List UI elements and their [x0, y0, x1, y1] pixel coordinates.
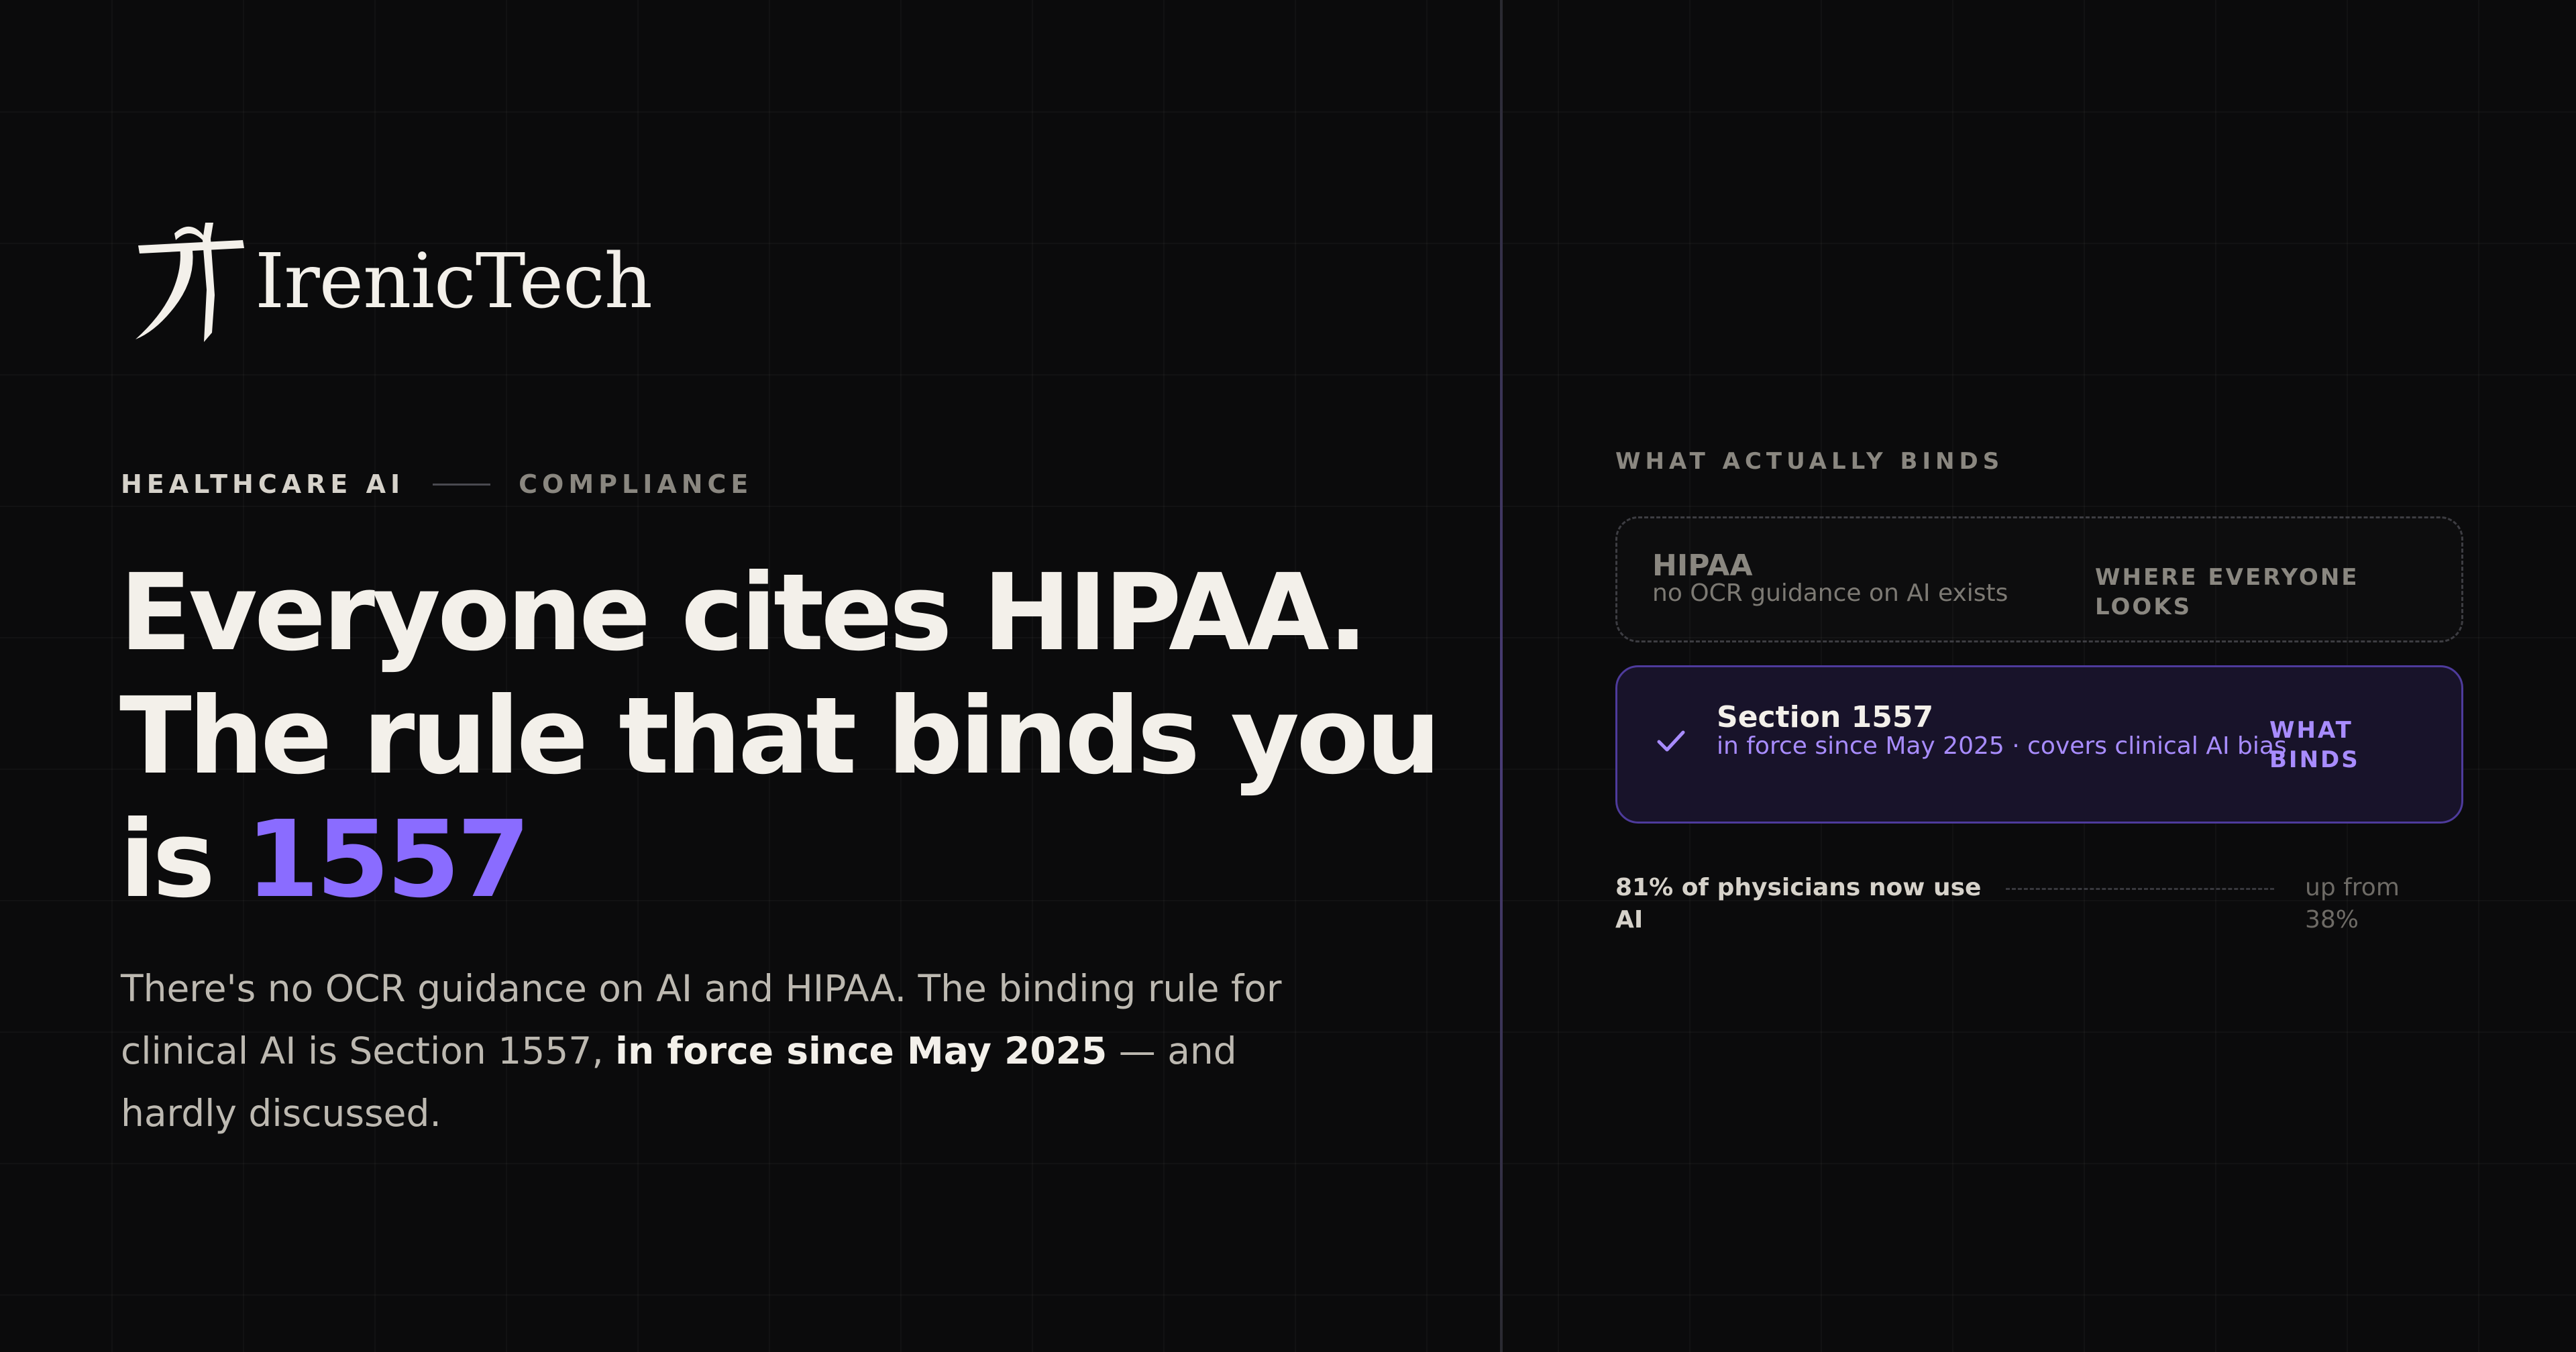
column-divider [1500, 0, 1503, 1352]
headline-line-3-prefix: is [119, 798, 246, 921]
hipaa-card: HIPAA no OCR guidance on AI exists WHERE… [1615, 516, 2463, 642]
stat-leader-line [2006, 888, 2274, 890]
hipaa-card-subtitle: no OCR guidance on AI exists [1652, 579, 2008, 607]
eyebrow: HEALTHCARE AI COMPLIANCE [121, 469, 753, 499]
headline-accent-number: 1557 [246, 798, 531, 921]
hipaa-card-title: HIPAA [1652, 549, 1753, 583]
body-copy: There's no OCR guidance on AI and HIPAA.… [121, 958, 1301, 1145]
stat-main: 81% of physicians now use AI [1615, 874, 1982, 934]
hipaa-card-tag: WHERE EVERYONE LOOKS [2095, 564, 2359, 620]
section-1557-card-tag: WHAT BINDS [2269, 717, 2360, 773]
body-text-bold: in force since May 2025 [615, 1029, 1108, 1072]
check-icon [1657, 730, 1685, 752]
headline-line-2: The rule that binds you [119, 675, 1441, 798]
brand-mark-icon [136, 223, 244, 342]
brand-logo: IrenicTech [131, 220, 653, 343]
headline: Everyone cites HIPAA. The rule that binds… [119, 551, 1441, 921]
section-1557-card-subtitle: in force since May 2025 · covers clinica… [1717, 732, 2287, 760]
headline-line-1: Everyone cites HIPAA. [119, 551, 1368, 675]
stat-note: up from 38% [2305, 874, 2400, 934]
subcategory-label: COMPLIANCE [519, 469, 753, 499]
section-1557-card-title: Section 1557 [1717, 700, 1934, 734]
section-1557-card: Section 1557 in force since May 2025 · c… [1615, 665, 2463, 824]
page: IrenicTech HEALTHCARE AI COMPLIANCE Ever… [0, 0, 2576, 1352]
category-label: HEALTHCARE AI [121, 469, 405, 499]
panel-label: WHAT ACTUALLY BINDS [1615, 448, 2004, 475]
eyebrow-separator [433, 483, 491, 486]
brand-name: IrenicTech [255, 238, 653, 325]
